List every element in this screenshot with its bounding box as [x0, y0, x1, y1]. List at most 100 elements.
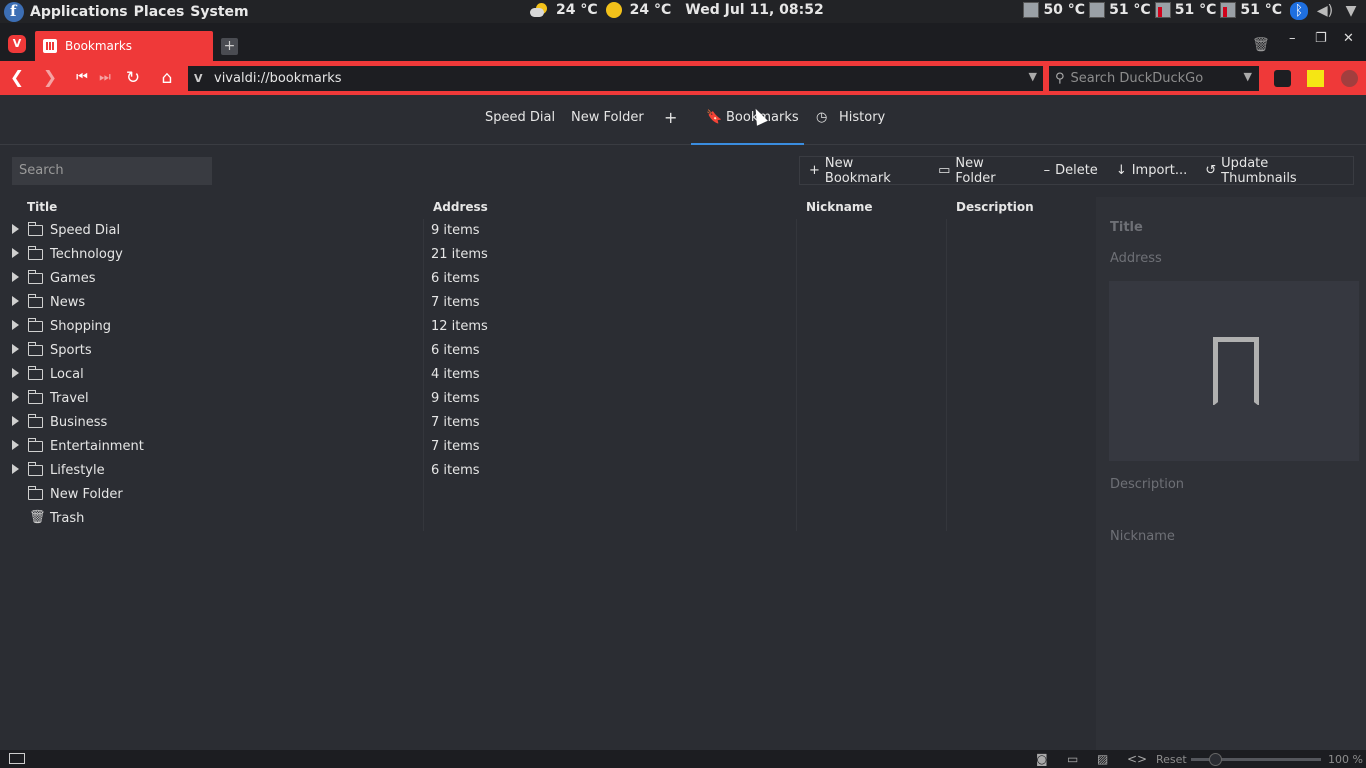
row-address: 6 items — [431, 463, 480, 478]
folder-icon — [28, 366, 43, 380]
expand-arrow-icon[interactable] — [12, 296, 19, 306]
nav-new-folder[interactable]: New Folder — [571, 110, 644, 125]
system-menu[interactable]: System — [190, 4, 248, 20]
fast-forward-button[interactable]: ⏭ — [94, 70, 116, 85]
expand-arrow-icon[interactable] — [12, 416, 19, 426]
vivaldi-menu-icon[interactable]: V — [8, 35, 26, 53]
home-icon[interactable]: ⌂ — [156, 68, 178, 88]
status-bar: ◙ ▭ ▨ <> Reset 100 % — [0, 750, 1366, 768]
new-folder-button[interactable]: ▭ New Folder — [929, 156, 1034, 186]
table-row[interactable]: Travel 9 items — [0, 387, 1096, 411]
tab-bar: V Bookmarks + 🗑 – ❐ ✕ — [0, 23, 1366, 61]
address-toolbar: ❮ ❯ ⏮ ⏭ ↻ ⌂ V vivaldi://bookmarks ▼ ⚲ Se… — [0, 61, 1366, 95]
table-row[interactable]: Technology 21 items — [0, 243, 1096, 267]
extension-evernote-icon[interactable] — [1341, 70, 1358, 87]
clock-weather[interactable]: 24 °C 24 °C Wed Jul 11, 08:52 — [530, 2, 824, 18]
nav-history[interactable]: History — [839, 110, 885, 125]
row-title: Local — [50, 367, 84, 382]
thumbnail-preview[interactable] — [1109, 281, 1359, 461]
minimize-button[interactable]: – — [1289, 31, 1296, 46]
detail-address-field[interactable]: Address — [1110, 251, 1162, 266]
detail-description-field[interactable]: Description — [1110, 477, 1184, 492]
table-row[interactable]: Local 4 items — [0, 363, 1096, 387]
zoom-reset-button[interactable]: Reset — [1156, 753, 1187, 766]
table-row[interactable]: New Folder — [0, 483, 1096, 507]
row-title: New Folder — [50, 487, 123, 502]
new-tab-button[interactable]: + — [221, 38, 238, 55]
search-engine-dropdown-icon[interactable]: ▼ — [1244, 70, 1252, 83]
nav-speed-dial[interactable]: Speed Dial — [485, 110, 555, 125]
expand-arrow-icon[interactable] — [12, 392, 19, 402]
table-row[interactable]: Speed Dial 9 items — [0, 219, 1096, 243]
table-row[interactable]: Lifestyle 6 items — [0, 459, 1096, 483]
row-title: Entertainment — [50, 439, 144, 454]
system-top-bar: Applications Places System 24 °C 24 °C W… — [0, 0, 1366, 23]
date-time[interactable]: Wed Jul 11, 08:52 — [685, 2, 823, 18]
expand-arrow-icon[interactable] — [12, 464, 19, 474]
import-button[interactable]: ↓ Import... — [1107, 163, 1196, 178]
expand-arrow-icon[interactable] — [12, 368, 19, 378]
places-menu[interactable]: Places — [134, 4, 185, 20]
search-field[interactable]: ⚲ Search DuckDuckGo ▼ — [1049, 66, 1259, 91]
volume-icon[interactable]: ◀) — [1316, 2, 1334, 20]
table-row[interactable]: Entertainment 7 items — [0, 435, 1096, 459]
bookmarks-toolbar: Search + New Bookmark ▭ New Folder – Delete… — [0, 145, 1366, 197]
col-nickname[interactable]: Nickname — [806, 200, 873, 214]
delete-button[interactable]: – Delete — [1035, 163, 1107, 178]
close-window-button[interactable]: ✕ — [1343, 31, 1354, 46]
weather-temp-1: 24 °C — [556, 2, 598, 18]
closed-tabs-trash-icon[interactable]: 🗑 — [1252, 37, 1270, 54]
tiling-icon[interactable]: ▭ — [1067, 752, 1078, 766]
zoom-slider-handle[interactable] — [1209, 753, 1222, 766]
forward-button[interactable]: ❯ — [39, 68, 61, 88]
table-row[interactable]: Business 7 items — [0, 411, 1096, 435]
reload-icon[interactable]: ↻ — [122, 68, 144, 88]
col-title[interactable]: Title — [27, 200, 57, 214]
table-row[interactable]: News 7 items — [0, 291, 1096, 315]
expand-arrow-icon[interactable] — [12, 224, 19, 234]
row-address: 9 items — [431, 391, 480, 406]
tab-bookmarks[interactable]: Bookmarks — [35, 31, 213, 61]
back-button[interactable]: ❮ — [6, 68, 28, 88]
col-address[interactable]: Address — [433, 200, 488, 214]
row-address: 6 items — [431, 271, 480, 286]
applications-menu[interactable]: Applications — [30, 4, 128, 20]
expand-arrow-icon[interactable] — [12, 344, 19, 354]
expand-arrow-icon[interactable] — [12, 320, 19, 330]
row-address: 9 items — [431, 223, 480, 238]
detail-title-field[interactable]: Title — [1110, 220, 1143, 235]
toggle-panel-icon[interactable] — [9, 753, 25, 764]
table-row[interactable]: Sports 6 items — [0, 339, 1096, 363]
fedora-logo-icon[interactable] — [4, 1, 24, 22]
image-icon[interactable]: ▨ — [1097, 752, 1108, 766]
rewind-button[interactable]: ⏮ — [71, 70, 93, 85]
code-icon[interactable]: <> — [1127, 752, 1147, 766]
bookmark-search-input[interactable]: Search — [12, 157, 212, 185]
expand-arrow-icon[interactable] — [12, 272, 19, 282]
table-row[interactable]: Games 6 items — [0, 267, 1096, 291]
camera-icon[interactable]: ◙ — [1036, 752, 1048, 766]
url-history-dropdown-icon[interactable]: ▼ — [1029, 70, 1037, 83]
row-title: Business — [50, 415, 108, 430]
wifi-icon[interactable]: ▼ — [1342, 2, 1360, 20]
maximize-button[interactable]: ❐ — [1315, 31, 1327, 46]
table-row[interactable]: 🗑 Trash — [0, 507, 1096, 531]
bluetooth-icon[interactable]: ᛒ — [1290, 2, 1308, 20]
address-field[interactable]: V vivaldi://bookmarks ▼ — [188, 66, 1043, 91]
nav-add-button[interactable]: + — [664, 108, 677, 127]
extension-owl-icon[interactable] — [1274, 70, 1291, 87]
table-row[interactable]: Shopping 12 items — [0, 315, 1096, 339]
search-icon: ⚲ — [1055, 71, 1065, 86]
col-description[interactable]: Description — [956, 200, 1034, 214]
expand-arrow-icon[interactable] — [12, 440, 19, 450]
extension-yellow-icon[interactable] — [1307, 70, 1324, 87]
new-bookmark-button[interactable]: + New Bookmark — [800, 156, 929, 186]
update-thumbnails-button[interactable]: ↺ Update Thumbnails — [1196, 156, 1353, 186]
site-info-icon[interactable]: V — [194, 72, 214, 85]
detail-nickname-field[interactable]: Nickname — [1110, 529, 1175, 544]
bookmark-nav-icon: 🔖 — [706, 110, 723, 125]
bookmark-actions: + New Bookmark ▭ New Folder – Delete ↓ Impor… — [799, 156, 1354, 186]
bookmark-list: Speed Dial 9 items Technology 21 items Gam… — [0, 219, 1096, 531]
expand-arrow-icon[interactable] — [12, 248, 19, 258]
folder-icon: ▭ — [938, 163, 951, 178]
